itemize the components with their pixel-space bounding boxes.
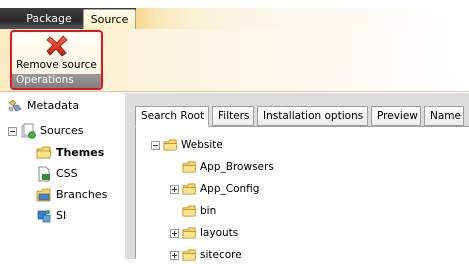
ribbon-tabstrip: Package Source [0, 0, 469, 29]
tree-item-themes[interactable]: Themes [36, 144, 104, 162]
search-root-panel: Website App_Browsers App_Config bin layo… [135, 126, 469, 261]
collapse-icon[interactable] [151, 140, 160, 150]
tree-item-sources[interactable]: Sources [8, 122, 84, 140]
folder-item-app-config[interactable]: App_Config [170, 180, 259, 198]
si-icon [37, 210, 51, 223]
tree-item-si[interactable]: SI [36, 207, 66, 225]
folder-icon [182, 161, 197, 173]
expand-icon[interactable] [170, 184, 179, 194]
folder-icon [182, 205, 197, 217]
folder-label: App_Config [200, 183, 260, 195]
expand-icon[interactable] [170, 228, 179, 238]
tree-item-label: SI [56, 209, 67, 222]
folder-icon [182, 183, 197, 195]
tree-item-label: Sources [40, 124, 84, 137]
folder-label: Website [181, 139, 223, 151]
collapse-icon[interactable] [8, 126, 17, 136]
folder-icon [36, 146, 52, 159]
ribbon-tab-fade [136, 8, 469, 29]
folder-icon [182, 227, 197, 239]
tree-item-label: CSS [56, 167, 78, 180]
folder-item-website[interactable]: Website [151, 136, 223, 154]
folder-item-app-browsers[interactable]: App_Browsers [182, 158, 274, 176]
folder-item-layouts[interactable]: layouts [170, 224, 238, 242]
folder-icon [182, 249, 197, 261]
remove-source-button[interactable]: Remove source [14, 32, 99, 76]
branches-icon [36, 188, 51, 202]
tab-package[interactable]: Package [15, 9, 83, 29]
tree-item-label: Branches [56, 188, 108, 201]
folder-item-bin[interactable]: bin [182, 202, 216, 220]
tab-preview[interactable]: Preview [371, 106, 421, 126]
metadata-icon [8, 99, 22, 112]
operations-group: Remove source Operations [10, 30, 103, 90]
left-tree-pane: Metadata Sources Themes CSS Branches SI [0, 93, 124, 259]
tree-item-metadata[interactable]: Metadata [7, 97, 79, 115]
red-x-icon [45, 35, 68, 57]
operations-caption: Operations [12, 74, 101, 88]
sources-icon [21, 123, 36, 139]
tab-name[interactable]: Name [424, 106, 464, 126]
tree-item-css[interactable]: CSS [36, 165, 78, 183]
css-file-icon [38, 166, 50, 182]
expand-icon[interactable] [170, 250, 179, 260]
folder-label: sitecore [200, 249, 242, 261]
tree-item-label: Themes [56, 146, 105, 159]
tab-installation-options[interactable]: Installation options [257, 106, 368, 126]
folder-label: App_Browsers [200, 161, 274, 173]
tab-source[interactable]: Source [83, 9, 136, 29]
tree-item-branches[interactable]: Branches [36, 186, 107, 204]
tree-item-label: Metadata [27, 99, 80, 112]
folder-icon [163, 139, 178, 151]
folder-item-sitecore[interactable]: sitecore [170, 246, 242, 264]
ribbon-panel: Remove source Operations [0, 29, 469, 92]
folder-label: bin [200, 205, 217, 217]
tab-search-root[interactable]: Search Root [135, 106, 209, 127]
content-pane: Search Root Filters Installation options… [125, 93, 469, 261]
remove-source-label: Remove source [16, 59, 97, 71]
tab-filters[interactable]: Filters [212, 106, 254, 126]
folder-label: layouts [200, 227, 239, 239]
